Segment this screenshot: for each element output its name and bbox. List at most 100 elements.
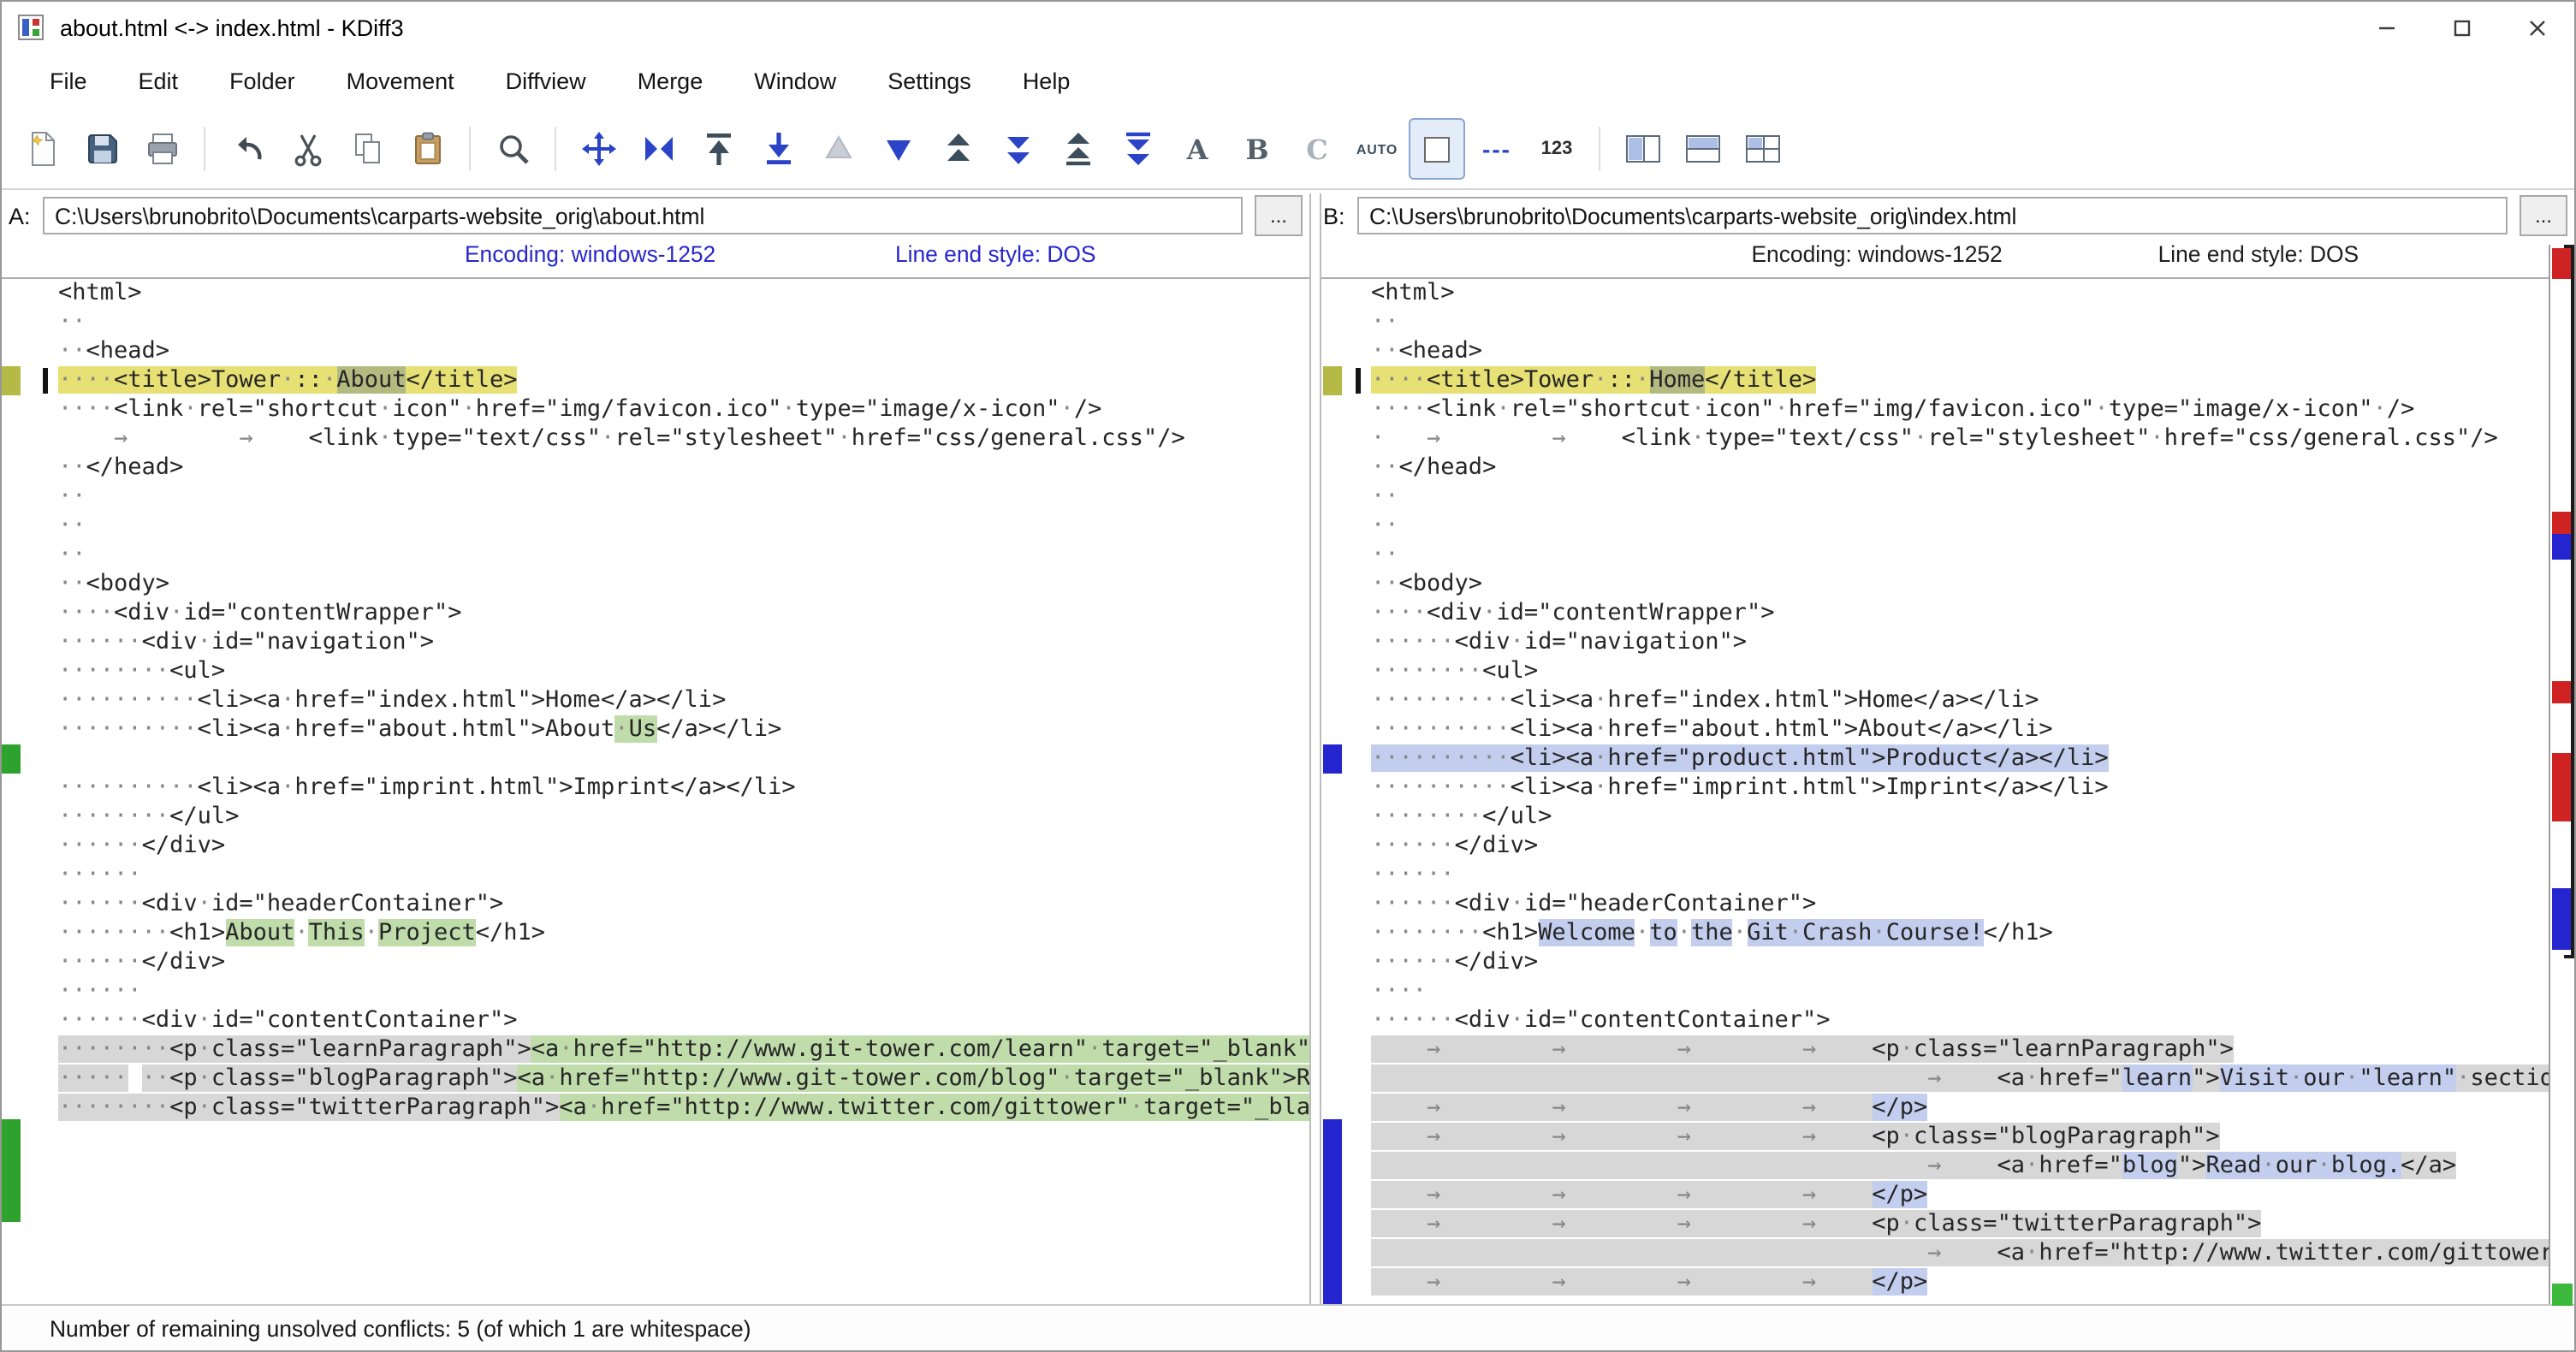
- show-line-numbers-button[interactable]: 123: [1528, 118, 1585, 180]
- menu-diffview[interactable]: Diffview: [480, 68, 612, 94]
- menu-file[interactable]: File: [24, 68, 113, 94]
- goto-next-conflict-button[interactable]: [989, 118, 1046, 180]
- code-line: ··</head>: [2, 454, 1309, 483]
- code-line: → → <link·type="text/css"·rel="styleshee…: [2, 424, 1309, 454]
- pane-a-browse-button[interactable]: ...: [1255, 195, 1303, 236]
- split-vertical-button[interactable]: [1614, 118, 1671, 180]
- menu-window[interactable]: Window: [728, 68, 862, 94]
- search-icon: [494, 130, 531, 168]
- maximize-button[interactable]: [2424, 2, 2499, 53]
- kdiff3-app-icon: [17, 14, 45, 41]
- split-horizontal-button[interactable]: [1674, 118, 1730, 180]
- double-chevron-down-icon: [999, 130, 1036, 168]
- goto-last-delta-button[interactable]: [750, 118, 806, 180]
- choose-b-button[interactable]: B: [1229, 118, 1285, 180]
- pane-b-path-input[interactable]: [1357, 197, 2508, 234]
- diff-gutter-mark: [1323, 1120, 1342, 1304]
- code-line: ··</head>: [1323, 454, 2550, 483]
- print-icon: [143, 130, 181, 168]
- code-line: ····<link·rel="shortcut·icon"·href="img/…: [1323, 395, 2550, 424]
- code-line: ······</div>: [2, 832, 1309, 861]
- letter-a-icon: A: [1187, 133, 1208, 165]
- undo-button[interactable]: [219, 118, 276, 180]
- code-line: ··: [2, 308, 1309, 337]
- four-way-arrows-icon: [579, 130, 617, 168]
- triangle-down-icon: [879, 130, 917, 168]
- code-line: → → → → <p·class="blogParagraph">: [1323, 1123, 2550, 1152]
- split-grid-button[interactable]: [1734, 118, 1790, 180]
- show-whitespace-button[interactable]: [1409, 118, 1465, 180]
- paste-button[interactable]: [399, 118, 455, 180]
- code-line: · → → <link·type="text/css"·rel="stylesh…: [1323, 424, 2550, 454]
- maximize-icon: [2452, 18, 2471, 37]
- text-cursor: [1356, 368, 1361, 394]
- goto-next-unsolved-conflict-button[interactable]: [1109, 118, 1166, 180]
- diff-gutter-mark: [2, 1120, 21, 1222]
- pane-a-label: A:: [9, 203, 43, 228]
- goto-prev-delta-button[interactable]: [810, 118, 866, 180]
- arrow-down-to-line-icon: [759, 130, 797, 168]
- goto-next-delta-button[interactable]: [870, 118, 926, 180]
- choose-a-button[interactable]: A: [1169, 118, 1226, 180]
- pane-a-line-end-style: Line end style: DOS: [895, 241, 1096, 267]
- new-file-button[interactable]: [14, 118, 70, 180]
- code-line: ··: [1323, 541, 2550, 570]
- bowtie-icon: [639, 130, 677, 168]
- choose-c-button[interactable]: C: [1289, 118, 1345, 180]
- overview-diff-mark: [2552, 1284, 2573, 1306]
- split-vertical-icon: [1623, 130, 1661, 168]
- cut-button[interactable]: [279, 118, 335, 180]
- code-line: → <a·href="http://www.twitter.com/gittow…: [1323, 1239, 2550, 1268]
- code-line: ········<ul>: [2, 657, 1309, 686]
- code-pane-a[interactable]: <html>····<head>····<title>Tower·::·Abou…: [2, 279, 1309, 1304]
- menu-folder[interactable]: Folder: [204, 68, 321, 94]
- save-button[interactable]: [74, 118, 130, 180]
- code-line: ··<body>: [2, 570, 1309, 599]
- new-file-icon: [23, 130, 61, 168]
- code-line: → → → → </p>: [1323, 1268, 2550, 1297]
- close-button[interactable]: [2499, 2, 2574, 53]
- goto-prev-conflict-button[interactable]: [929, 118, 986, 180]
- pane-a-info-row: Encoding: windows-1252 Line end style: D…: [2, 241, 1309, 277]
- numbers-icon: 123: [1541, 139, 1573, 159]
- code-line: ··: [2, 483, 1309, 512]
- auto-advance-button[interactable]: AUTO: [1349, 118, 1405, 180]
- goto-current-unsolved-conflict-button[interactable]: [630, 118, 686, 180]
- goto-current-delta-button[interactable]: [570, 118, 626, 180]
- code-line: <html>: [2, 279, 1309, 308]
- show-whitespace-chars-button[interactable]: ---: [1469, 118, 1525, 180]
- code-line: ······</div>: [1323, 948, 2550, 977]
- menu-edit[interactable]: Edit: [113, 68, 205, 94]
- menu-movement[interactable]: Movement: [321, 68, 480, 94]
- pane-splitter[interactable]: [1309, 193, 1321, 1304]
- menu-settings[interactable]: Settings: [862, 68, 997, 94]
- menu-merge[interactable]: Merge: [612, 68, 729, 94]
- pane-b-encoding: Encoding: windows-1252: [1751, 241, 2002, 267]
- code-line: ····<div·id="contentWrapper">: [2, 599, 1309, 628]
- goto-prev-unsolved-conflict-button[interactable]: [1049, 118, 1106, 180]
- minimize-button[interactable]: [2348, 2, 2424, 53]
- copy-button[interactable]: [339, 118, 395, 180]
- print-button[interactable]: [134, 118, 190, 180]
- paste-icon: [408, 130, 446, 168]
- pane-b-label: B:: [1323, 203, 1357, 228]
- diff-gutter-a: [2, 279, 24, 1304]
- pane-a-path-input[interactable]: [43, 197, 1243, 234]
- pane-b-info-row: Encoding: windows-1252 Line end style: D…: [1323, 241, 2554, 277]
- white-square-icon: [1424, 136, 1450, 162]
- diff-overview-strip[interactable]: [2549, 245, 2574, 1304]
- code-line: ······: [2, 861, 1309, 890]
- code-line: ······<div·id="headerContainer">: [1323, 890, 2550, 919]
- toolbar: A B C AUTO --- 123: [2, 110, 2574, 190]
- code-line: <html>: [1323, 279, 2550, 308]
- goto-first-delta-button[interactable]: [690, 118, 746, 180]
- save-icon: [83, 130, 121, 168]
- pane-b-browse-button[interactable]: ...: [2520, 195, 2567, 236]
- code-pane-b[interactable]: <html>····<head>····<title>Tower·::·Home…: [1323, 279, 2550, 1304]
- triangle-up-icon: [819, 130, 857, 168]
- code-lines-a: <html>····<head>····<title>Tower·::·Abou…: [2, 279, 1309, 1123]
- menu-help[interactable]: Help: [997, 68, 1096, 94]
- find-button[interactable]: [484, 118, 541, 180]
- code-line: ········<h1>About·This·Project</h1>: [2, 919, 1309, 948]
- code-lines-b: <html>····<head>····<title>Tower·::·Home…: [1323, 279, 2550, 1297]
